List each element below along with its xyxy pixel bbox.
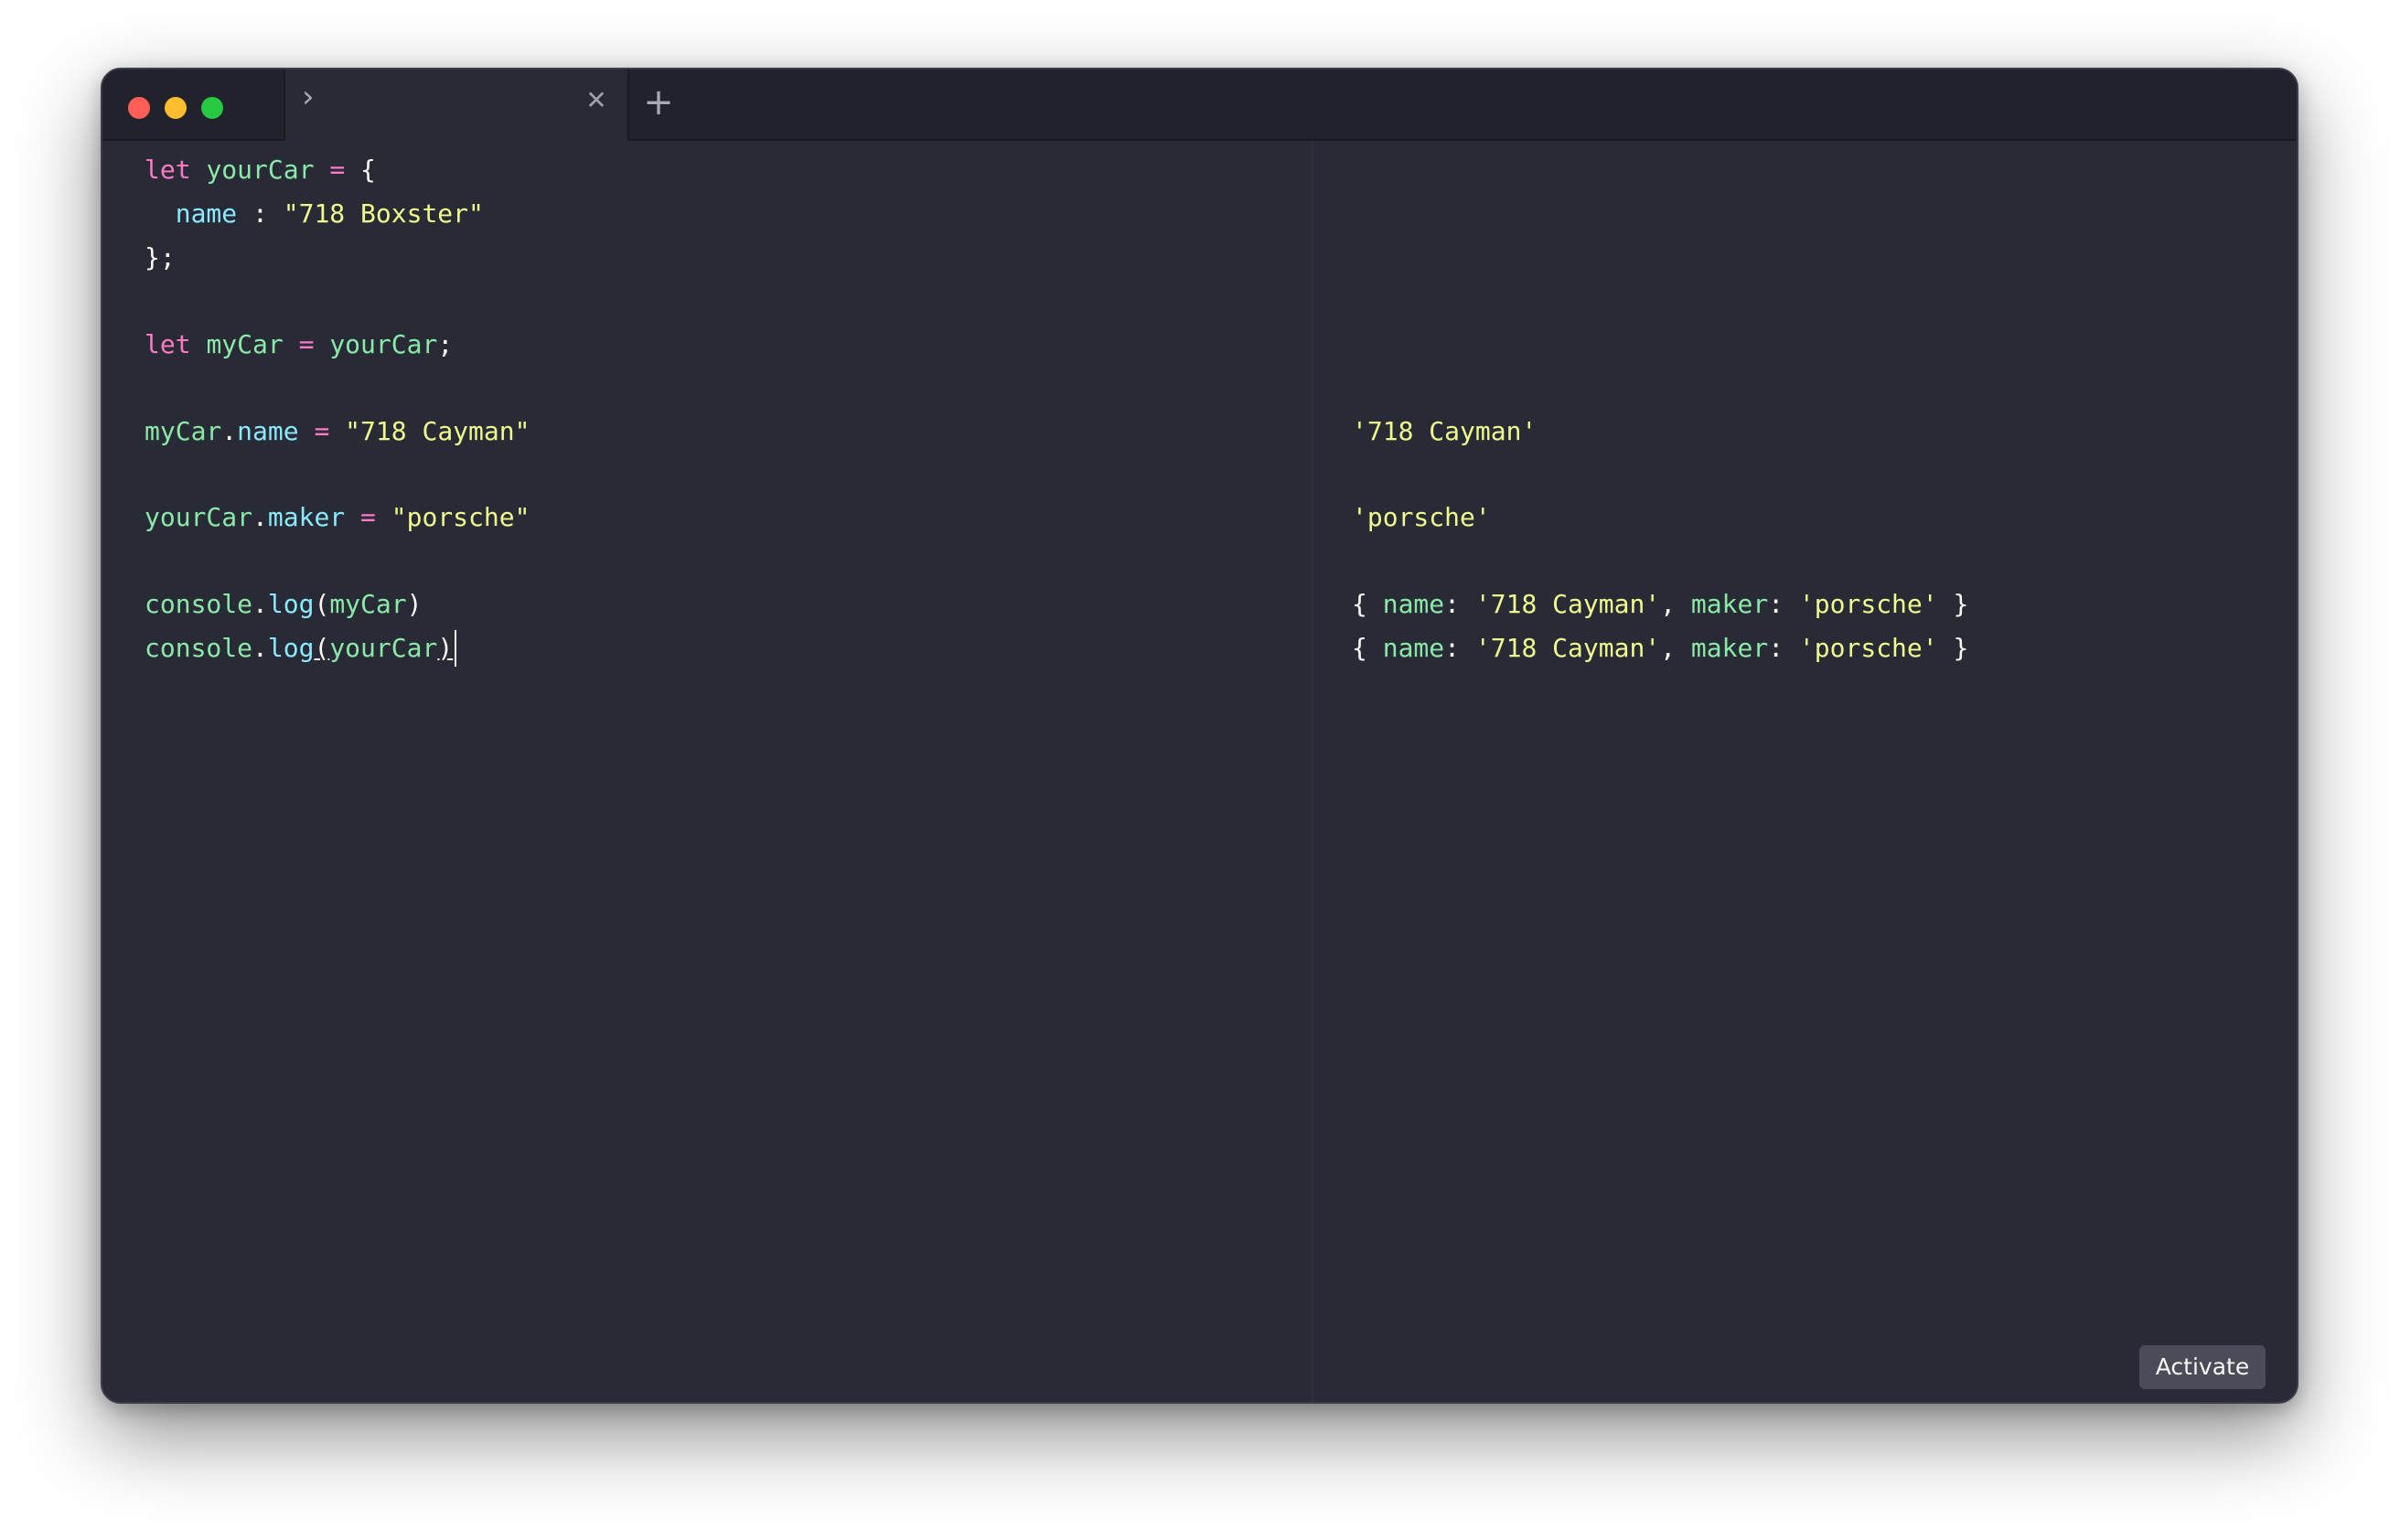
code-token: maker	[267, 502, 346, 532]
code-line: let myCar = yourCar;	[145, 326, 453, 363]
code-token: yourCar	[206, 155, 315, 185]
output-line: { name: '718 Cayman', maker: 'porsche' }	[1352, 630, 1968, 667]
code-token: let	[145, 329, 191, 359]
code-line: name : "718 Boxster"	[145, 196, 484, 232]
code-token: .	[252, 589, 268, 619]
code-token: '718 Cayman'	[1474, 633, 1661, 663]
code-token: )	[406, 589, 423, 619]
code-token: '718 Cayman'	[1474, 589, 1661, 619]
code-token: 'porsche'	[1798, 633, 1938, 663]
code-token: ,	[1660, 633, 1691, 663]
code-token: '718 Cayman'	[1352, 416, 1538, 446]
zoom-window-button[interactable]	[201, 97, 223, 119]
code-token: maker	[1690, 589, 1769, 619]
code-token: =	[314, 416, 330, 446]
code-token: {	[345, 155, 376, 185]
app-window: › ✕ + let yourCar = { name : "718 Boxste…	[101, 68, 2298, 1404]
code-line: yourCar.maker = "porsche"	[145, 499, 530, 536]
code-line: console.log(yourCar)	[145, 630, 457, 667]
code-token: console	[145, 633, 253, 663]
code-token: log	[267, 589, 315, 619]
code-token: myCar	[145, 416, 222, 446]
code-token: =	[329, 155, 346, 185]
code-token: :	[237, 198, 284, 229]
output-panel: '718 Cayman' 'porsche' { name: '718 Caym…	[1313, 141, 2297, 1402]
code-token: =	[360, 502, 376, 532]
code-token: "718 Cayman"	[345, 416, 530, 446]
code-token: maker	[1690, 633, 1769, 663]
code-token: ,	[1660, 589, 1691, 619]
code-token: myCar	[206, 329, 284, 359]
code-token: }	[1937, 633, 1969, 663]
code-token: name	[1382, 633, 1445, 663]
code-token: name	[1382, 589, 1445, 619]
output-line: 'porsche'	[1352, 499, 1491, 536]
code-token: 'porsche'	[1352, 502, 1491, 532]
code-token: 'porsche'	[1798, 589, 1938, 619]
code-token: myCar	[329, 589, 407, 619]
output-line: '718 Cayman'	[1352, 413, 1537, 450]
code-token: }	[1937, 589, 1969, 619]
code-editor[interactable]: let yourCar = { name : "718 Boxster" }; …	[102, 141, 1312, 1402]
code-token: yourCar	[329, 329, 438, 359]
activate-button[interactable]: Activate	[2139, 1345, 2266, 1389]
code-token: (	[314, 633, 330, 663]
code-token: log	[267, 633, 315, 663]
code-token: yourCar	[329, 633, 438, 663]
close-icon[interactable]: ✕	[580, 84, 613, 117]
code-token: :	[1444, 589, 1475, 619]
code-token: {	[1352, 589, 1383, 619]
code-line: };	[145, 240, 176, 276]
code-line: console.log(myCar)	[145, 586, 422, 623]
code-token: "718 Boxster"	[283, 198, 484, 229]
code-token: .	[252, 633, 268, 663]
code-token: (	[314, 589, 330, 619]
code-token: :	[1444, 633, 1475, 663]
code-token: yourCar	[145, 502, 253, 532]
code-token: name	[237, 416, 299, 446]
code-token: =	[298, 329, 315, 359]
code-token: )	[437, 633, 454, 663]
output-line: { name: '718 Cayman', maker: 'porsche' }	[1352, 586, 1968, 623]
code-line: myCar.name = "718 Cayman"	[145, 413, 530, 450]
code-token: ;	[437, 329, 454, 359]
code-token: {	[1352, 633, 1383, 663]
code-token: .	[252, 502, 268, 532]
code-token: "porsche"	[391, 502, 530, 532]
code-token: .	[221, 416, 238, 446]
text-cursor	[455, 630, 457, 667]
plus-icon[interactable]: +	[640, 84, 677, 121]
close-window-button[interactable]	[128, 97, 150, 119]
code-token: name	[175, 198, 238, 229]
code-token: let	[145, 155, 191, 185]
code-token: :	[1768, 633, 1799, 663]
chevron-right-icon: ›	[302, 79, 315, 115]
code-token: :	[1768, 589, 1799, 619]
code-token: console	[145, 589, 253, 619]
title-bar: › ✕ +	[102, 70, 2297, 141]
code-line: let yourCar = {	[145, 152, 376, 188]
tab-active[interactable]: › ✕	[284, 70, 629, 141]
minimize-window-button[interactable]	[165, 97, 187, 119]
code-token: };	[145, 242, 176, 273]
